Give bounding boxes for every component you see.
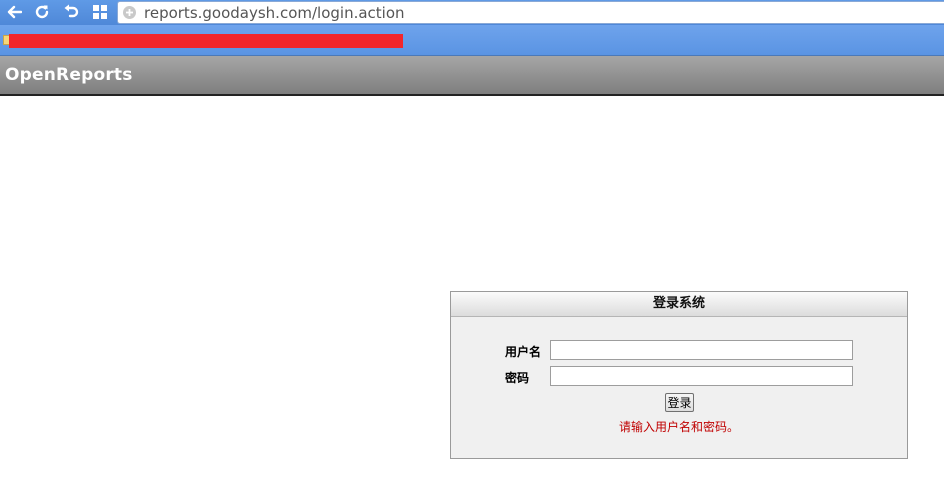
login-panel: 登录系统 用户名 密码 登录 请输入用户名和密码。 — [450, 291, 908, 459]
password-field[interactable] — [550, 366, 853, 386]
username-field[interactable] — [550, 340, 853, 360]
login-button[interactable]: 登录 — [665, 393, 694, 412]
undo-icon[interactable] — [60, 2, 82, 22]
bookmarks-bar — [0, 25, 944, 56]
app-title: OpenReports — [5, 65, 133, 85]
password-label: 密码 — [505, 371, 530, 385]
login-heading: 登录系统 — [451, 292, 907, 317]
username-label: 用户名 — [505, 345, 542, 359]
back-arrow-icon[interactable] — [3, 2, 25, 22]
apps-grid-icon[interactable] — [89, 2, 111, 22]
login-message: 请输入用户名和密码。 — [618, 420, 739, 434]
url-text[interactable]: reports.goodaysh.com/login.action — [144, 3, 405, 23]
site-info-icon[interactable] — [123, 6, 136, 19]
app-header: OpenReports — [0, 56, 944, 96]
reload-icon[interactable] — [31, 2, 53, 22]
redacted-bookmarks — [9, 34, 403, 48]
browser-toolbar: reports.goodaysh.com/login.action — [0, 0, 944, 25]
address-bar[interactable]: reports.goodaysh.com/login.action — [117, 1, 944, 24]
